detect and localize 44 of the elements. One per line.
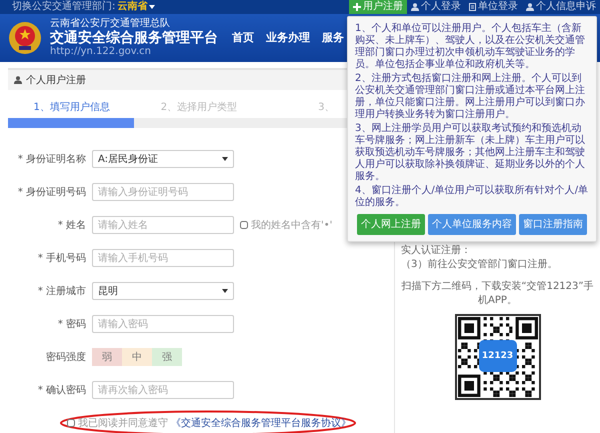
switch-label: 切换公安交通管理部门:: [12, 2, 116, 12]
info-text: （3）前往公安交管部门窗口注册。: [401, 258, 558, 272]
input-field[interactable]: 请再次输入密码: [92, 381, 234, 399]
popup-paragraph: 4、窗口注册个人/单位用户可以获取所有针对个人/单位的服务。: [355, 185, 589, 209]
scan-text: 扫描下方二维码，下载安装“交管12123”手机APP。: [401, 280, 594, 308]
strength-segment: 中: [122, 348, 152, 366]
site-title: 交通安全综合服务管理平台: [50, 31, 218, 45]
field-label: 密码强度: [46, 350, 86, 364]
field-label: * 确认密码: [38, 384, 86, 398]
checkbox-label: 我的姓名中含有'•': [251, 218, 332, 232]
app-logo: 12123: [478, 340, 516, 372]
field-label: * 身份证明号码: [18, 186, 86, 200]
top-link[interactable]: 个人登录: [407, 0, 465, 14]
agreement-text: 我已阅读并同意遵守: [78, 416, 168, 430]
input-field[interactable]: 请输入姓名: [92, 216, 234, 234]
field-label: * 姓名: [58, 218, 86, 232]
site-url: http://yn.122.gov.cn: [50, 47, 152, 57]
strength-segment: 弱: [92, 348, 122, 366]
select-field[interactable]: 昆明: [92, 282, 234, 300]
step-label: 3、: [318, 101, 335, 115]
nav-link[interactable]: 业务办理: [266, 30, 310, 46]
nav-link[interactable]: 首页: [232, 30, 254, 46]
step-label: 1、填写用户信息: [33, 100, 110, 115]
input-field[interactable]: 请输入密码: [92, 315, 234, 333]
step-label: 2、选择用户类型: [160, 100, 238, 115]
select-field[interactable]: A:居民身份证: [92, 150, 234, 168]
agreement-link[interactable]: 《交通安全综合服务管理平台服务协议》: [171, 416, 351, 430]
info-text: 实人认证注册：: [401, 244, 471, 258]
popup-paragraph: 3、网上注册学员用户可以获取考试预约和预选机动车号牌服务；网上注册新车（未上牌）车主用户可以获取预选机动车号牌服务；其他网上注册车主和驾驶人用户可以获取除补换领牌证、延期业务以外的个人服务。: [355, 123, 586, 183]
input-field[interactable]: 请输入身份证明号码: [92, 183, 234, 201]
field-label: * 身份证明名称: [18, 152, 86, 166]
panel-title: 个人用户注册: [26, 74, 86, 88]
popup-paragraph: 2、注册方式包括窗口注册和网上注册。个人可以到公安机关交通管理部门窗口注册或通过本平台网上注册，单位只能窗口注册。网上注册用户可以到窗口办理用户转换业务转为窗口注册用户。: [355, 73, 586, 121]
input-field[interactable]: 请输入手机号码: [92, 249, 234, 267]
header-subtitle: 云南省公安厅交通管理总队: [50, 19, 171, 29]
field-label: * 注册城市: [38, 284, 86, 298]
nav-link[interactable]: 服务: [322, 30, 344, 46]
top-link[interactable]: 个人信息申诉: [522, 0, 600, 14]
region-dropdown[interactable]: 云南省: [117, 2, 156, 12]
strength-segment: 强: [152, 348, 182, 366]
popup-paragraph: 1、个人和单位可以注册用户。个人包括车主（含新购买、未上牌车）、驾驶人，以及在公安机关交通管理部门窗口办理过初次申领机动车驾驶证业务的学员。单位包括企事业单位和政府机关等。: [355, 23, 586, 71]
field-label: * 手机号码: [38, 252, 86, 266]
field-label: * 密码: [58, 318, 86, 332]
top-link[interactable]: 单位登录: [465, 0, 522, 14]
